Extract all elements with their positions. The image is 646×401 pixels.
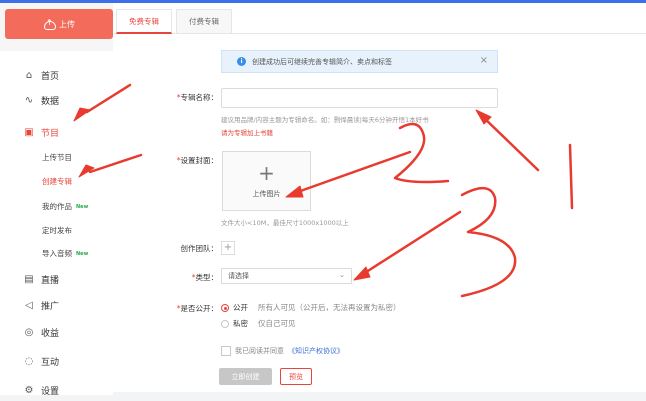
sidebar-item-label: 节目	[41, 128, 60, 139]
sidebar-item-program[interactable]: ▣ 节目	[0, 121, 113, 143]
radio-label: 公开	[233, 303, 248, 312]
add-team-button[interactable]: +	[221, 241, 235, 255]
sidebar-item-label: 互动	[41, 357, 60, 368]
album-name-input[interactable]	[221, 88, 498, 108]
nav-panel: ⌂ 首页 ∿ 数据 ▣ 节目 上传节目 创建专辑 我的作品 New 定时发布 导…	[0, 51, 113, 397]
sidebar-item-data[interactable]: ∿ 数据	[0, 89, 113, 111]
tab-label: 免费专辑	[129, 16, 159, 26]
type-select[interactable]: 请选择 ⌄	[221, 268, 352, 284]
sidebar-subitem-upload-program[interactable]: 上传节目	[42, 152, 72, 163]
preview-button[interactable]: 预览	[280, 368, 312, 385]
sidebar-item-income[interactable]: ◎ 收益	[0, 321, 113, 343]
radio-dot	[221, 319, 229, 328]
agreement: 我已阅读并同意 《知识产权协议》	[221, 346, 344, 356]
type-label: *类型：	[191, 273, 218, 282]
upload-image-button[interactable]: + 上传图片	[222, 151, 311, 211]
album-name-label: *专辑名称：	[176, 93, 218, 102]
sidebar-item-label: 设置	[41, 386, 60, 397]
agreement-text: 我已阅读并同意	[235, 347, 284, 355]
chart-icon: ∿	[24, 94, 34, 106]
tab-label: 付费专辑	[189, 17, 219, 26]
radio-dot	[221, 303, 229, 312]
upload-button-label: 上传	[59, 19, 75, 29]
sidebar-subitem-scheduled[interactable]: 定时发布	[42, 225, 72, 236]
agreement-checkbox[interactable]	[221, 346, 231, 356]
upload-image-label: 上传图片	[252, 190, 281, 198]
radio-desc: 所有人可见（公开后，无法再设置为私密）	[258, 303, 401, 312]
close-icon[interactable]: ×	[480, 55, 488, 66]
home-icon: ⌂	[25, 69, 33, 81]
chevron-down-icon: ⌄	[339, 271, 345, 279]
new-badge: New	[76, 250, 89, 257]
cover-hint: 文件大小<10M，最佳尺寸1000x1000以上	[221, 219, 349, 227]
sidebar-subitem-create-album[interactable]: 创建专辑	[42, 176, 72, 187]
sidebar-subitem-import-audio[interactable]: 导入音频 New	[42, 248, 88, 259]
upload-button[interactable]: 上传	[5, 9, 113, 39]
cloud-upload-icon	[43, 18, 56, 30]
sidebar-item-label: 收益	[41, 328, 60, 339]
sidebar-subitem-label: 上传节目	[42, 153, 72, 162]
tab-paid-album[interactable]: 付费专辑	[176, 9, 232, 33]
sidebar-item-promote[interactable]: ◁ 推广	[0, 294, 113, 316]
notice-text: 创建成功后可继续完善专辑简介、卖点和标签	[252, 57, 392, 66]
add-book-link[interactable]: 请为专辑加上书籍	[221, 127, 273, 137]
settings-icon: ⚙	[24, 384, 34, 396]
tab-bar: 免费专辑 付费专辑	[113, 3, 646, 34]
type-select-value: 请选择	[228, 272, 249, 280]
sidebar-item-label: 直播	[41, 275, 60, 286]
radio-public[interactable]: 公开 所有人可见（公开后，无法再设置为私密）	[221, 302, 401, 313]
sidebar-item-settings[interactable]: ⚙ 设置	[0, 379, 113, 401]
radio-label: 私密	[233, 319, 248, 328]
sidebar-item-label: 首页	[41, 71, 60, 82]
sidebar-item-live[interactable]: ▤ 直播	[0, 268, 113, 290]
cover-label: *设置封面：	[176, 156, 218, 165]
public-label: *是否公开：	[176, 304, 218, 313]
sidebar-item-interact[interactable]: ◌ 互动	[0, 350, 113, 372]
tab-free-album[interactable]: 免费专辑	[116, 9, 172, 34]
promote-icon: ◁	[25, 299, 33, 311]
radio-desc: 仅自己可见	[258, 319, 296, 328]
sidebar-item-label: 数据	[41, 96, 60, 107]
income-icon: ◎	[24, 326, 34, 338]
radio-private[interactable]: 私密 仅自己可见	[221, 318, 296, 329]
info-icon: i	[237, 57, 246, 66]
plus-icon: +	[258, 161, 275, 185]
info-notice: i 创建成功后可继续完善专辑简介、卖点和标签 ×	[221, 50, 498, 73]
team-label: 创作团队：	[180, 244, 219, 253]
live-icon: ▤	[24, 273, 34, 285]
create-button[interactable]: 立即创建	[219, 368, 272, 385]
sidebar-subitem-label: 定时发布	[42, 226, 72, 235]
sidebar-subitem-label: 创建专辑	[42, 177, 72, 186]
sidebar-subitem-my-works[interactable]: 我的作品 New	[42, 201, 88, 212]
sidebar: 上传 ⌂ 首页 ∿ 数据 ▣ 节目 上传节目 创建专辑 我的作品 New 定时发…	[0, 3, 113, 397]
sidebar-item-label: 推广	[41, 301, 60, 312]
sidebar-subitem-label: 导入音频	[42, 249, 72, 258]
album-name-hint: 建议用品牌/内容主题为专辑命名。如：剽悍晨读|每天6分钟开悟1本好书	[221, 116, 429, 124]
agreement-link[interactable]: 《知识产权协议》	[288, 346, 344, 356]
new-badge: New	[76, 203, 89, 210]
sidebar-item-home[interactable]: ⌂ 首页	[0, 64, 113, 86]
sidebar-subitem-label: 我的作品	[42, 202, 72, 211]
chat-icon: ◌	[24, 355, 34, 367]
program-icon: ▣	[24, 126, 34, 138]
